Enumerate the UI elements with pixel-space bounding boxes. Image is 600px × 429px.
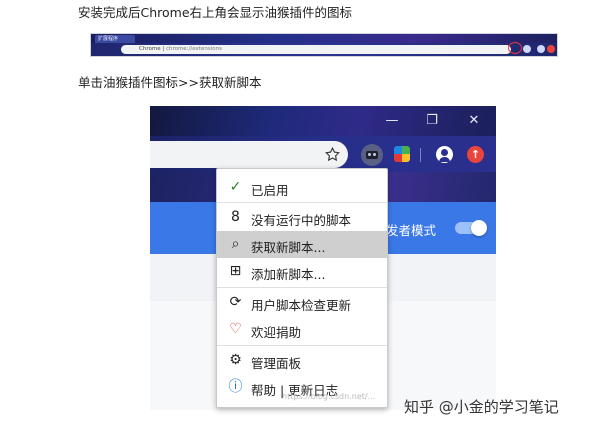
extension-icon[interactable]: [394, 146, 410, 162]
update-icon[interactable]: ↑: [467, 146, 484, 163]
menu-item-add-new-script[interactable]: ⊞ 添加新脚本...: [217, 258, 387, 285]
highlight-circle: [508, 42, 522, 54]
small-omnibox-scheme: Chrome |: [139, 46, 166, 52]
instruction-line-2: 单击油猴插件图标>>获取新脚本: [78, 75, 262, 90]
menu-item-label: 用户脚本检查更新: [251, 298, 352, 313]
small-update-icon: [547, 45, 555, 53]
gear-icon: ⚙: [229, 352, 242, 368]
menu-item-enabled[interactable]: ✓ 已启用: [217, 174, 387, 201]
menu-item-label: 添加新脚本...: [251, 267, 326, 282]
minimize-icon[interactable]: —: [384, 113, 400, 129]
refresh-icon: ⟳: [229, 294, 242, 310]
menu-item-dashboard[interactable]: ⚙ 管理面板: [217, 347, 387, 374]
menu-item-get-new-script[interactable]: ⌕ 获取新脚本...: [217, 231, 387, 258]
small-tab: 扩展程序: [95, 35, 135, 43]
small-omnibox: Chrome | chrome://extensions: [121, 45, 511, 54]
bookmark-star-icon[interactable]: [324, 146, 341, 163]
small-profile-icon: [537, 45, 545, 53]
menu-item-label: 没有运行中的脚本: [251, 213, 352, 228]
small-omnibox-url: chrome://extensions: [165, 46, 222, 52]
tampermonkey-extension-icon[interactable]: [361, 144, 383, 166]
search-icon: ⌕: [231, 236, 240, 252]
address-bar[interactable]: [150, 141, 348, 168]
menu-divider: [217, 345, 387, 346]
title-bar: — ❐ ✕: [150, 106, 496, 136]
menu-item-check-updates[interactable]: ⟳ 用户脚本检查更新: [217, 289, 387, 316]
developer-mode-toggle[interactable]: [455, 220, 487, 236]
developer-mode-label: 发者模式: [386, 223, 437, 238]
small-browser-screenshot: 扩展程序 Chrome | chrome://extensions: [90, 33, 558, 57]
menu-item-donate[interactable]: ♡ 欢迎捐助: [217, 316, 387, 343]
instruction-line-1: 安装完成后Chrome右上角会显示油猴插件的图标: [78, 5, 353, 20]
close-icon[interactable]: ✕: [466, 113, 482, 129]
info-icon: ⓘ: [228, 379, 243, 395]
menu-divider: [217, 202, 387, 203]
menu-item-label: 欢迎捐助: [251, 325, 302, 340]
menu-item-no-scripts: 8 没有运行中的脚本: [217, 204, 387, 231]
check-icon: ✓: [229, 179, 242, 195]
restore-icon[interactable]: ❐: [424, 113, 440, 129]
small-extension-icon: [523, 45, 531, 53]
no-script-icon: 8: [231, 209, 240, 225]
small-title-bar: 扩展程序: [91, 34, 557, 43]
toolbar-separator: [420, 148, 421, 162]
zhihu-watermark: 知乎 @小金的学习笔记: [404, 398, 559, 416]
menu-divider: [217, 287, 387, 288]
menu-item-label: 已启用: [251, 183, 289, 198]
plus-box-icon: ⊞: [229, 263, 242, 279]
faint-watermark: https://blog.csdn.net/...: [282, 392, 376, 401]
menu-item-label: 管理面板: [251, 356, 302, 371]
profile-icon[interactable]: [436, 146, 453, 163]
heart-icon: ♡: [229, 321, 242, 337]
menu-item-label: 获取新脚本...: [251, 240, 326, 255]
tampermonkey-menu: ✓ 已启用 8 没有运行中的脚本 ⌕ 获取新脚本... ⊞ 添加新脚本... ⟳…: [216, 168, 388, 408]
